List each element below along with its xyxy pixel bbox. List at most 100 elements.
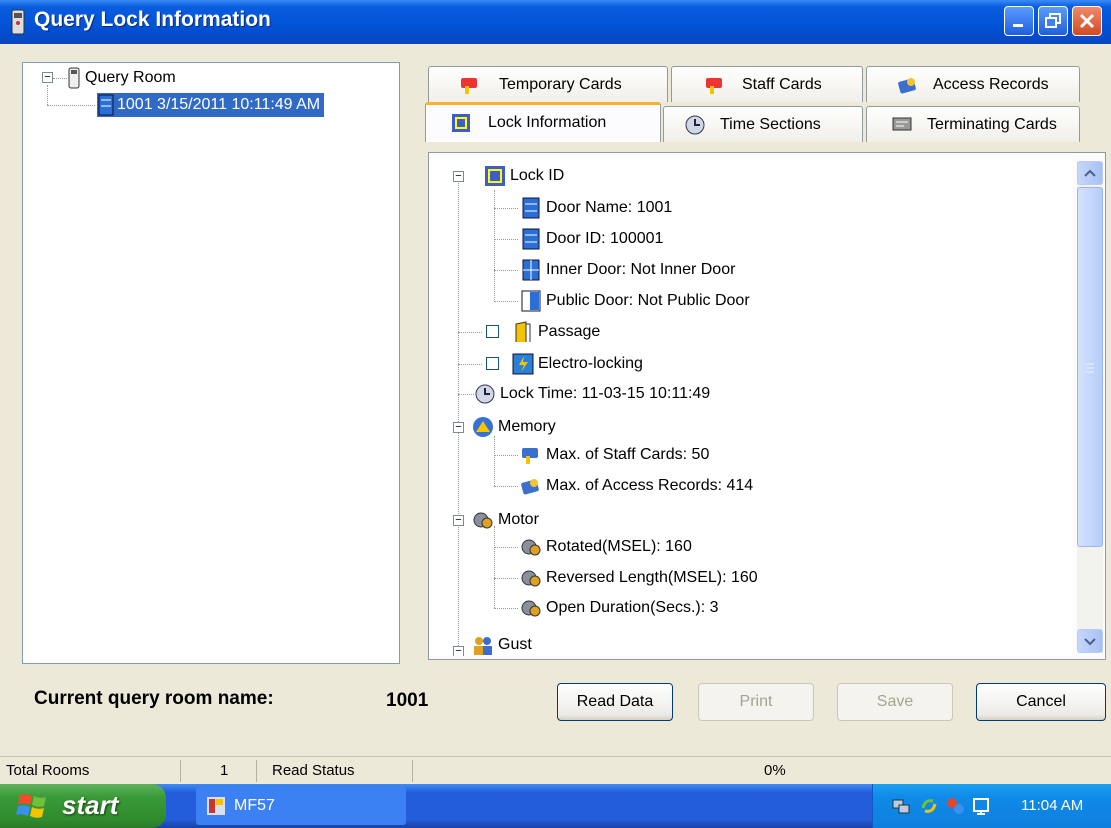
tab-staff-cards[interactable]: Staff Cards <box>671 66 863 102</box>
tree-node-lock-time[interactable]: Lock Time: 11-03-15 10:11:49 <box>474 382 710 406</box>
tree-line <box>494 486 518 487</box>
total-rooms-value: 1 <box>220 762 229 779</box>
lock-info-panel: − Lock ID Door Name: 1001 Door ID: 10000… <box>428 152 1106 660</box>
door-icon <box>522 228 540 250</box>
public-door-icon <box>521 290 541 312</box>
records-icon <box>521 479 539 495</box>
status-separator <box>180 760 181 782</box>
tree-node-label: Query Room <box>85 69 176 86</box>
tree-line <box>494 208 518 209</box>
tree-node-max-staff-cards[interactable]: Max. of Staff Cards: 50 <box>520 443 709 467</box>
tree-node-electro-locking[interactable]: Electro-locking <box>512 352 643 376</box>
chevron-down-icon <box>1084 638 1096 646</box>
tree-node-open-duration[interactable]: Open Duration(Secs.): 3 <box>520 596 719 620</box>
lock-app-icon <box>11 9 25 35</box>
memory-icon <box>473 417 493 437</box>
key-card-icon <box>706 78 722 94</box>
room-tree[interactable]: − Query Room 1001 3/15/2011 10:11:49 AM <box>22 62 400 664</box>
minimize-icon <box>1013 24 1023 27</box>
restore-icon <box>1045 13 1061 28</box>
tab-time-sections[interactable]: Time Sections <box>663 106 863 142</box>
tab-temporary-cards[interactable]: Temporary Cards <box>428 66 668 102</box>
status-bar: Total Rooms 1 Read Status 0% <box>0 756 1111 785</box>
read-data-button[interactable]: Read Data <box>557 683 673 721</box>
status-separator <box>256 760 257 782</box>
title-bar[interactable]: Query Lock Information <box>0 0 1111 44</box>
clock-icon <box>475 384 495 404</box>
tree-line <box>494 239 518 240</box>
total-rooms-label: Total Rooms <box>6 762 90 779</box>
tree-node-inner-door[interactable]: Inner Door: Not Inner Door <box>520 258 735 282</box>
tree-node-lock-id[interactable]: Lock ID <box>484 164 564 188</box>
tab-strip: Temporary Cards Staff Cards Access Recor… <box>425 66 1106 162</box>
tab-access-records[interactable]: Access Records <box>866 66 1080 102</box>
network-icon[interactable] <box>891 796 911 816</box>
tree-line <box>494 455 518 456</box>
collapse-toggle[interactable]: − <box>453 515 464 526</box>
tree-node-label: 1001 3/15/2011 10:11:49 AM <box>117 96 321 113</box>
lock-device-icon <box>68 67 80 89</box>
close-icon <box>1079 13 1095 29</box>
tree-node-max-access-records[interactable]: Max. of Access Records: 414 <box>520 474 753 498</box>
door-icon <box>98 94 114 116</box>
tab-lock-information[interactable]: Lock Information <box>425 102 661 142</box>
close-button[interactable] <box>1072 6 1102 36</box>
tree-node-reversed-length[interactable]: Reversed Length(MSEL): 160 <box>520 566 758 590</box>
tree-line <box>458 364 482 365</box>
restore-button[interactable] <box>1038 6 1068 36</box>
tree-node-motor[interactable]: Motor <box>472 508 539 532</box>
tree-line <box>458 332 482 333</box>
tree-node-door-name[interactable]: Door Name: 1001 <box>520 196 672 220</box>
start-button[interactable]: start <box>0 784 166 828</box>
current-room-value: 1001 <box>386 690 429 711</box>
passage-door-icon <box>515 321 531 342</box>
tree-line <box>494 301 518 302</box>
lock-info-tree[interactable]: − Lock ID Door Name: 1001 Door ID: 10000… <box>432 156 1072 656</box>
scroll-thumb[interactable] <box>1077 187 1103 547</box>
electro-lock-icon <box>512 353 534 375</box>
tree-node-query-room[interactable]: Query Room <box>67 66 176 90</box>
display-icon[interactable] <box>971 796 991 816</box>
scroll-down-button[interactable] <box>1077 629 1103 653</box>
tree-line <box>53 78 67 79</box>
tree-line <box>47 105 95 106</box>
print-button[interactable]: Print <box>698 683 814 721</box>
scroll-up-button[interactable] <box>1077 161 1103 185</box>
system-tray: 11:04 AM <box>872 784 1111 828</box>
tree-node-passage[interactable]: Passage <box>512 320 600 344</box>
terminating-card-icon <box>892 117 912 131</box>
taskbar: start MF57 11:04 AM <box>0 784 1111 828</box>
minimize-button[interactable] <box>1004 6 1034 36</box>
tree-line <box>494 547 518 548</box>
tree-node-rotated[interactable]: Rotated(MSEL): 160 <box>520 535 692 559</box>
tree-line <box>494 190 495 302</box>
records-icon <box>898 78 916 94</box>
collapse-toggle[interactable]: − <box>453 171 464 182</box>
key-card-icon <box>522 448 538 464</box>
collapse-toggle[interactable]: − <box>453 646 464 656</box>
sync-icon[interactable] <box>919 796 939 816</box>
tree-node-door-id[interactable]: Door ID: 100001 <box>520 227 663 251</box>
security-alert-icon[interactable] <box>945 796 965 816</box>
taskbar-item-label: MF57 <box>234 797 275 814</box>
collapse-toggle[interactable]: − <box>42 72 53 83</box>
windows-logo-icon <box>16 794 46 818</box>
tree-node-room-1001[interactable]: 1001 3/15/2011 10:11:49 AM <box>97 93 325 117</box>
save-button[interactable]: Save <box>837 683 953 721</box>
tree-line <box>494 526 495 608</box>
tree-line <box>494 436 495 486</box>
vertical-scrollbar[interactable] <box>1077 161 1103 653</box>
tree-node-public-door[interactable]: Public Door: Not Public Door <box>520 289 750 313</box>
tab-terminating-cards[interactable]: Terminating Cards <box>866 106 1080 142</box>
tree-node-gust[interactable]: Gust <box>472 633 532 656</box>
collapse-toggle[interactable]: − <box>453 422 464 433</box>
tree-line <box>494 608 518 609</box>
tree-line <box>494 270 518 271</box>
taskbar-item-mf57[interactable]: MF57 <box>196 787 406 825</box>
tree-node-memory[interactable]: Memory <box>472 415 556 439</box>
cancel-button[interactable]: Cancel <box>976 683 1106 721</box>
passage-checkbox[interactable] <box>486 325 499 338</box>
status-separator <box>412 760 413 782</box>
app-icon <box>207 797 225 815</box>
electro-locking-checkbox[interactable] <box>486 357 499 370</box>
